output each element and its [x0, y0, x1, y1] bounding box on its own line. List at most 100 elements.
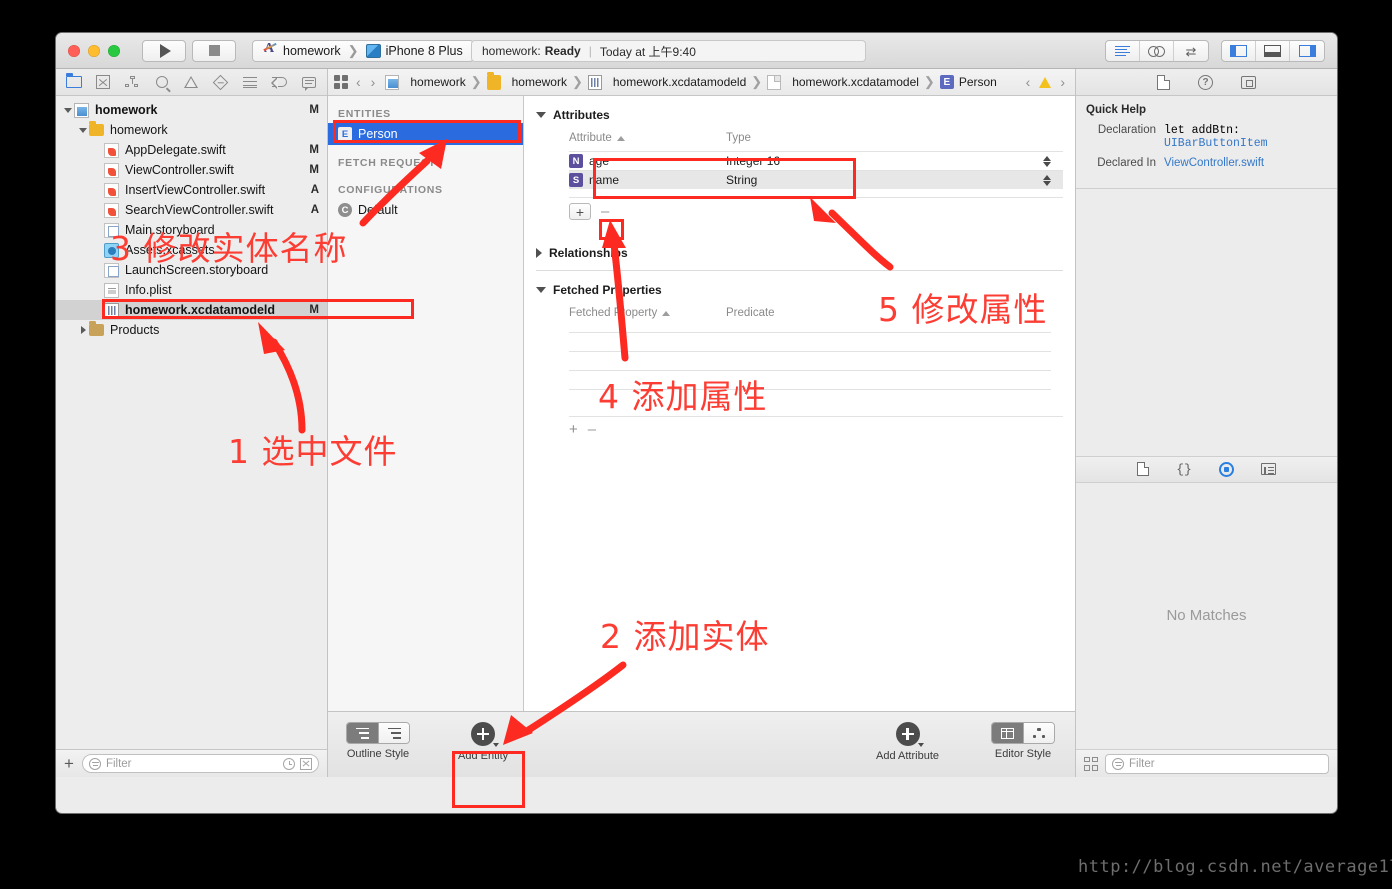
maximize-button[interactable] — [108, 44, 120, 57]
test-navigator-tab[interactable] — [207, 70, 234, 94]
chevron-updown-icon[interactable] — [1043, 174, 1051, 186]
standard-editor-button[interactable] — [1106, 41, 1140, 61]
remove-attribute-small-button[interactable]: – — [601, 204, 609, 219]
file-tree-row[interactable]: LaunchScreen.storyboard — [56, 260, 327, 280]
disclosure-down-icon[interactable] — [62, 107, 74, 113]
related-items-icon[interactable] — [334, 75, 348, 89]
relationships-section-header[interactable]: Relationships — [524, 242, 1075, 264]
editor-style-segments[interactable] — [991, 722, 1055, 744]
declared-in-link[interactable]: ViewController.swift — [1164, 157, 1327, 169]
disclosure-down-icon[interactable] — [536, 112, 546, 118]
add-attribute-control[interactable]: Add Attribute — [876, 712, 939, 762]
table-row[interactable] — [569, 351, 1051, 370]
disclosure-down-icon[interactable] — [77, 127, 89, 133]
outline-style-segments[interactable] — [346, 722, 410, 744]
editor-style-table-button[interactable] — [992, 723, 1023, 743]
breakpoint-navigator-tab[interactable] — [266, 70, 293, 94]
file-tree-row[interactable]: ViewController.swift M — [56, 160, 327, 180]
run-button[interactable] — [142, 39, 186, 62]
table-row[interactable] — [569, 389, 1051, 408]
jump-bar-right[interactable]: ‹ › — [1026, 74, 1069, 90]
disclosure-right-icon[interactable] — [536, 248, 542, 258]
assistant-editor-button[interactable] — [1140, 41, 1174, 61]
file-tree-row[interactable]: homework.xcdatamodeld M — [56, 300, 327, 320]
object-inspector-icon[interactable] — [1241, 75, 1256, 89]
predicate-column-header[interactable]: Predicate — [726, 307, 775, 319]
outline-style-table-button[interactable] — [347, 723, 378, 743]
fetched-add-remove-row[interactable]: + – — [569, 416, 1063, 437]
configuration-row-default[interactable]: C Default — [328, 199, 523, 221]
inspector-bottom-bar[interactable]: Filter — [1076, 749, 1337, 777]
fetched-table-header[interactable]: Fetched Property Predicate — [569, 307, 1063, 326]
breadcrumb-item[interactable]: homework.xcdatamodeld — [587, 74, 746, 90]
quick-help-icon[interactable]: ? — [1198, 74, 1213, 90]
table-row[interactable] — [569, 332, 1051, 351]
attribute-add-remove-row[interactable]: + – — [569, 197, 1063, 220]
chevron-updown-icon[interactable] — [1043, 155, 1051, 167]
navigator-bottom-bar[interactable]: + Filter — [56, 749, 327, 777]
declaration-type-link[interactable]: UIBarButtonItem — [1164, 137, 1268, 150]
file-tree-row[interactable]: SearchViewController.swift A — [56, 200, 327, 220]
remove-fetched-property-button[interactable]: – — [588, 422, 596, 437]
type-column-header[interactable]: Type — [726, 132, 751, 144]
file-tree-row[interactable]: Assets.xcassets — [56, 240, 327, 260]
attribute-type-cell[interactable]: Integer 16 — [726, 154, 1063, 168]
panel-toggle-segments[interactable] — [1221, 40, 1325, 62]
issue-prev-button[interactable]: ‹ — [1026, 74, 1031, 90]
stop-button[interactable] — [192, 39, 236, 62]
file-inspector-icon[interactable] — [1157, 74, 1170, 90]
warning-triangle-icon[interactable] — [1039, 76, 1052, 88]
go-back-button[interactable]: ‹ — [356, 74, 361, 90]
minimize-button[interactable] — [88, 44, 100, 57]
attribute-name-cell[interactable]: Sname — [569, 173, 726, 187]
scheme-selector[interactable]: homework ❯ iPhone 8 Plus — [252, 39, 474, 62]
add-file-button[interactable]: + — [64, 755, 74, 772]
object-library-icon[interactable] — [1218, 461, 1234, 477]
breadcrumb-item[interactable]: homework.xcdatamodel — [767, 74, 919, 90]
report-navigator-tab[interactable] — [296, 70, 323, 94]
outline-style-control[interactable]: Outline Style — [346, 712, 410, 760]
file-tree-row[interactable]: Main.storyboard — [56, 220, 327, 240]
file-tree-row[interactable]: homework M — [56, 100, 327, 120]
editor-mode-segments[interactable]: ⇄ — [1105, 40, 1209, 62]
file-template-library-icon[interactable] — [1137, 462, 1150, 476]
add-attribute-icon[interactable] — [895, 722, 924, 747]
file-tree-row[interactable]: Products — [56, 320, 327, 340]
media-library-icon[interactable] — [1260, 463, 1276, 475]
version-editor-button[interactable]: ⇄ — [1174, 41, 1208, 61]
project-navigator-tab[interactable] — [60, 70, 87, 94]
fetched-properties-section-header[interactable]: Fetched Properties — [524, 279, 1075, 301]
attribute-row[interactable]: Sname String — [569, 170, 1063, 189]
navigator-filter-field[interactable]: Filter — [81, 754, 319, 773]
file-tree-row[interactable]: homework — [56, 120, 327, 140]
file-tree-row[interactable]: Info.plist — [56, 280, 327, 300]
editor-view-toolbar[interactable]: ⇄ — [1105, 40, 1325, 62]
code-snippet-library-icon[interactable]: {} — [1176, 462, 1192, 477]
recent-files-icon[interactable] — [283, 757, 295, 770]
attribute-column-header[interactable]: Attribute — [569, 132, 726, 144]
outline-style-hierarchy-button[interactable] — [378, 723, 409, 743]
add-attribute-small-button[interactable]: + — [569, 203, 591, 220]
issue-next-button[interactable]: › — [1060, 74, 1065, 90]
add-fetched-property-button[interactable]: + — [569, 422, 578, 437]
library-tab-bar[interactable]: {} — [1076, 455, 1337, 483]
disclosure-right-icon[interactable] — [77, 326, 89, 334]
disclosure-down-icon[interactable] — [536, 287, 546, 293]
debug-navigator-tab[interactable] — [237, 70, 264, 94]
symbol-navigator-tab[interactable] — [119, 70, 146, 94]
source-control-navigator-tab[interactable] — [89, 70, 116, 94]
add-entity-icon[interactable] — [471, 722, 500, 747]
inspector-tab-bar[interactable]: ? — [1076, 69, 1337, 96]
library-filter-field[interactable]: Filter — [1105, 753, 1329, 774]
table-row[interactable] — [569, 370, 1051, 389]
attribute-name-cell[interactable]: Nage — [569, 154, 726, 168]
go-forward-button[interactable]: › — [371, 74, 376, 90]
breadcrumb-item[interactable]: E Person — [939, 75, 997, 89]
project-file-tree[interactable]: homework Mhomework AppDelegate.swift M ViewC… — [56, 96, 327, 749]
find-navigator-tab[interactable] — [148, 70, 175, 94]
breadcrumb-item[interactable]: homework — [486, 71, 567, 90]
entity-row-person[interactable]: E Person — [328, 123, 523, 145]
editor-style-control[interactable]: Editor Style — [991, 712, 1055, 760]
attributes-table-header[interactable]: Attribute Type — [569, 132, 1063, 151]
utilities-toggle-button[interactable] — [1290, 41, 1324, 61]
